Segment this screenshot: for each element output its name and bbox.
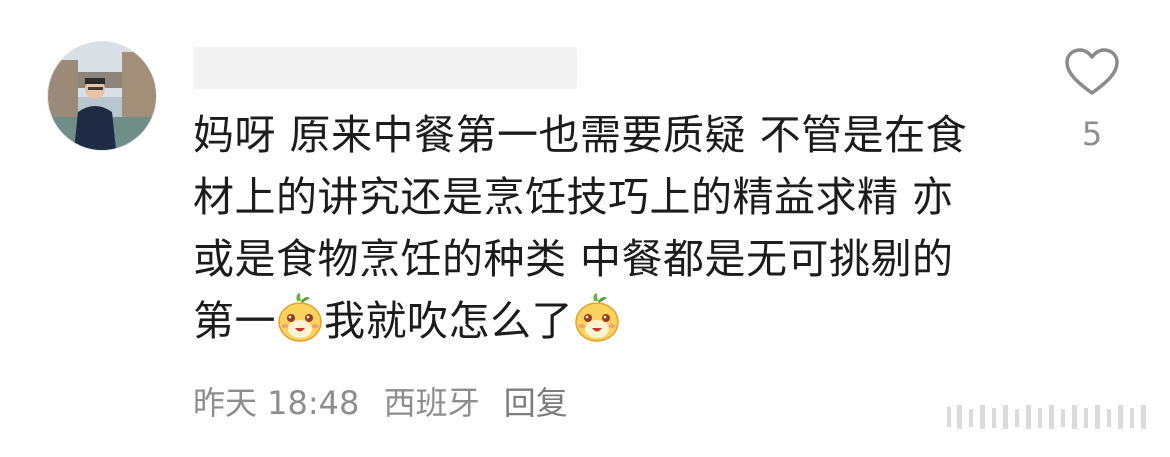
comment-line: 或是食物烹饪的种类 中餐都是无可挑剔的 <box>193 235 954 283</box>
username-redacted[interactable] <box>193 47 577 89</box>
proud-face-emoji-icon <box>575 293 619 342</box>
reply-button[interactable]: 回复 <box>504 384 568 422</box>
comment-line: 材上的讲究还是烹饪技巧上的精益求精 亦 <box>193 173 954 221</box>
watermark-pattern <box>947 405 1146 429</box>
comment-line-last: 第一 我就吹怎么了 <box>193 290 1023 352</box>
avatar[interactable] <box>47 41 157 151</box>
comment-meta: 昨天 18:48 西班牙 回复 <box>193 378 582 424</box>
comment-item: 妈呀 原来中餐第一也需要质疑 不管是在食 材上的讲究还是烹饪技巧上的精益求精 亦… <box>0 0 1170 457</box>
comment-location: 西班牙 <box>383 384 480 422</box>
comment-line: 妈呀 原来中餐第一也需要质疑 不管是在食 <box>193 111 968 159</box>
heart-outline-icon[interactable] <box>1064 47 1120 97</box>
comment-text: 妈呀 原来中餐第一也需要质疑 不管是在食 材上的讲究还是烹饪技巧上的精益求精 亦… <box>193 104 1023 352</box>
comment-text-part: 我就吹怎么了 <box>324 297 573 345</box>
comment-time: 昨天 18:48 <box>193 384 360 422</box>
avatar-photo <box>48 42 156 150</box>
comment-text-part: 第一 <box>193 297 276 345</box>
proud-face-emoji-icon <box>278 293 322 342</box>
like-count: 5 <box>1081 115 1103 153</box>
like-button[interactable]: 5 <box>1063 47 1121 159</box>
